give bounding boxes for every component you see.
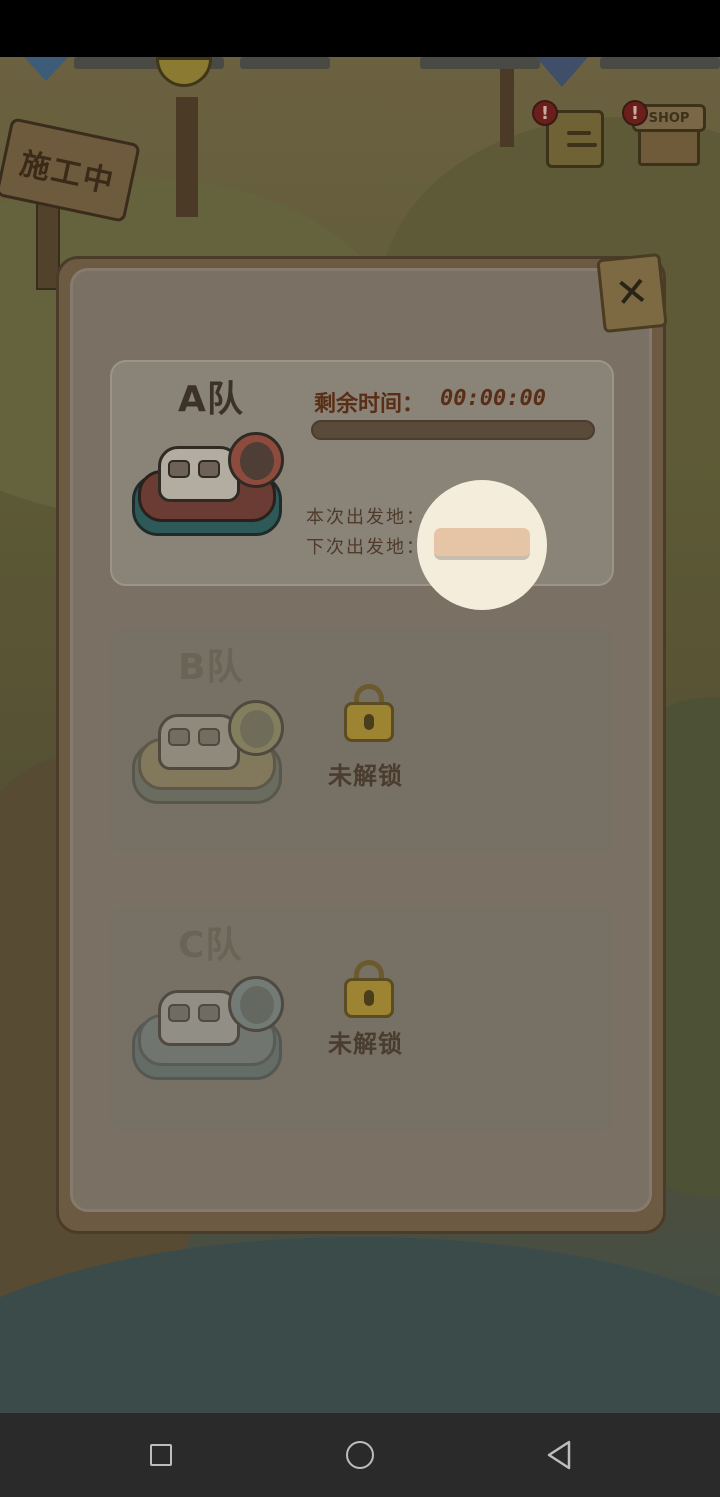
shop-label: SHOP — [648, 110, 690, 126]
hud-slot — [240, 57, 330, 69]
team-b-title: B队 — [178, 647, 244, 688]
sign-text: 施工中 — [16, 146, 118, 201]
water — [0, 1237, 720, 1413]
this-departure-label: 本次出发地： — [306, 507, 426, 528]
home-button[interactable] — [346, 1441, 374, 1469]
hovercraft-icon — [132, 430, 290, 550]
star-icon — [24, 57, 68, 81]
remaining-time-value: 00:00:00 — [440, 386, 546, 411]
triangle-back-icon — [547, 1440, 571, 1470]
hud-slot — [420, 57, 540, 69]
top-hud — [0, 57, 720, 87]
remaining-time-label: 剩余时间： — [314, 392, 425, 417]
hovercraft-icon — [132, 974, 290, 1094]
close-button[interactable]: ✕ — [596, 252, 668, 334]
gem-icon — [536, 57, 588, 87]
hud-slot — [600, 57, 720, 69]
team-a-title: A队 — [178, 379, 244, 420]
team-c-locked-label: 未解锁 — [328, 1030, 403, 1058]
alert-badge: ! — [622, 100, 648, 126]
alert-badge: ! — [532, 100, 558, 126]
progress-bar — [311, 420, 595, 440]
shop-button[interactable]: SHOP ! — [622, 96, 706, 172]
recent-apps-button[interactable] — [150, 1444, 172, 1466]
back-button[interactable] — [546, 1440, 572, 1470]
lock-icon — [344, 960, 394, 1018]
team-b-locked-label: 未解锁 — [328, 762, 403, 790]
lock-icon — [344, 684, 394, 742]
hovercraft-icon — [132, 698, 290, 818]
sign-board: 施工中 — [0, 117, 141, 223]
tree-trunk — [176, 97, 198, 217]
next-departure-button[interactable] — [434, 528, 530, 560]
quest-notepad-button[interactable]: ! — [532, 96, 616, 172]
status-bar — [0, 0, 720, 57]
close-icon: ✕ — [612, 268, 652, 318]
next-departure-label: 下次出发地： — [306, 537, 426, 558]
team-c-title: C队 — [178, 925, 243, 966]
